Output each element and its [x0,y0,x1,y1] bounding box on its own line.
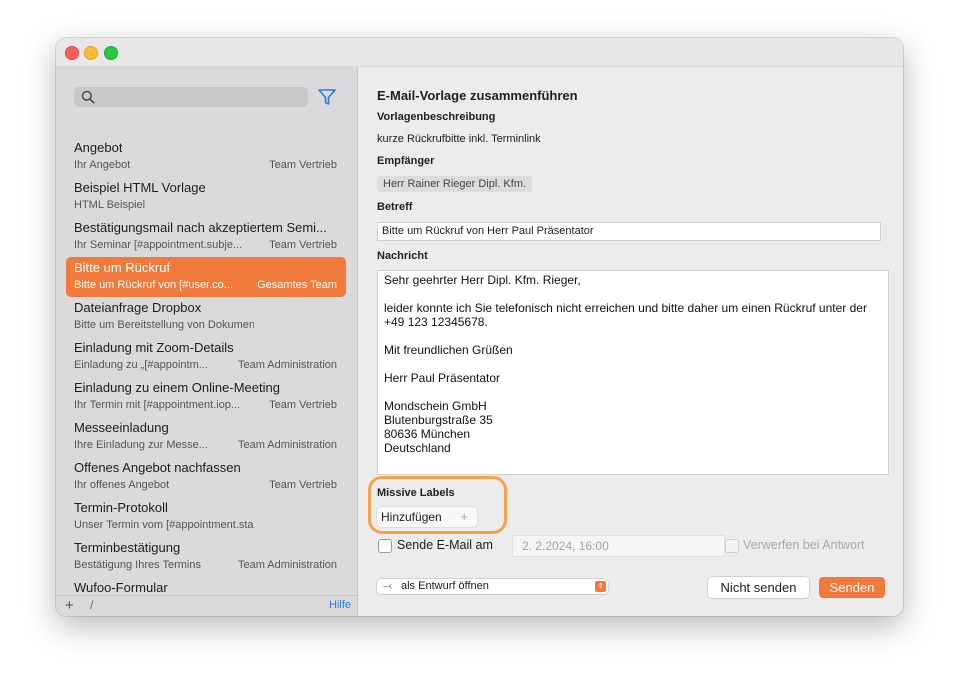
message-street: Blutenburgstraße 35 [384,413,493,427]
app-window: Angebot Ihr Angebot Team Vertrieb Beispi… [56,38,903,616]
template-list-item-selected[interactable]: Bitte um Rückruf Bitte um Rückruf von [#… [66,257,346,297]
zoom-window-button[interactable] [104,46,118,60]
edit-template-button[interactable]: / [90,598,93,612]
template-title: Bitte um Rückruf [74,260,171,275]
template-list: Angebot Ihr Angebot Team Vertrieb Beispi… [66,137,346,616]
recipient-chip[interactable]: Herr Rainer Rieger Dipl. Kfm. [377,176,533,192]
recipient-label: Empfänger [377,155,435,167]
discard-on-reply-checkbox[interactable] [725,539,739,553]
template-title: Angebot [74,140,123,155]
template-subtitle: Bitte um Bereitstellung von Dokumenten [74,319,254,331]
template-list-item[interactable]: Einladung zu einem Online-Meeting Ihr Te… [66,377,346,417]
help-link[interactable]: Hilfe [329,599,351,611]
template-title: Einladung zu einem Online-Meeting [74,380,280,395]
template-subtitle: Bitte um Rückruf von [#user.co... [74,279,233,291]
message-sender-name: Herr Paul Präsentator [384,371,501,385]
template-list-item[interactable]: Messeeinladung Ihre Einladung zur Messe.… [66,417,346,457]
template-team: Team Administration [237,559,337,571]
cancel-button[interactable]: Nicht senden [708,577,809,598]
message-city: 80636 München [384,427,471,441]
template-team: Team Vertrieb [269,479,337,491]
template-title: Termin-Protokoll [74,500,168,515]
chevron-updown-icon: ⇕ [595,581,606,592]
template-team: Team Administration [237,439,337,451]
subject-label: Betreff [377,201,413,213]
add-label-button[interactable]: Hinzufügen + [377,507,477,527]
template-list-item[interactable]: Dateianfrage Dropbox Bitte um Bereitstel… [66,297,346,337]
subject-input[interactable]: Bitte um Rückruf von Herr Paul Präsentat… [377,222,881,241]
minimize-window-button[interactable] [84,46,98,60]
action-popup[interactable]: ⤙ als Entwurf öffnen ⇕ [377,579,608,594]
page-title: E-Mail-Vorlage zusammenführen [377,88,578,103]
template-title: Messeeinladung [74,420,169,435]
add-template-button[interactable]: + [65,597,74,614]
template-list-item[interactable]: Bestätigungsmail nach akzeptiertem Semi.… [66,217,346,257]
title-bar [56,38,903,67]
action-popup-label: als Entwurf öffnen [401,580,489,592]
send-date-field[interactable]: 2. 2.2024, 16:00 [512,535,725,557]
template-list-item[interactable]: Einladung mit Zoom-Details Einladung zu … [66,337,346,377]
message-country: Deutschland [384,441,451,455]
template-list-item[interactable]: Termin-Protokoll Unser Termin vom [#appo… [66,497,346,537]
template-subtitle: Ihr Termin mit [#appointment.iop... [74,399,241,411]
template-subtitle: Ihre Einladung zur Messe... [74,439,208,451]
template-subtitle: Ihr Seminar [#appointment.subje... [74,239,243,251]
template-list-item[interactable]: Terminbestätigung Bestätigung Ihres Term… [66,537,346,577]
message-closing: Mit freundlichen Grüßen [384,343,513,357]
detail-panel: E-Mail-Vorlage zusammenführen Vorlagenbe… [358,67,903,616]
message-textarea[interactable]: Sehr geehrter Herr Dipl. Kfm. Rieger, le… [377,270,889,475]
description-label: Vorlagenbeschreibung [377,111,496,123]
search-icon [81,90,95,104]
search-input[interactable] [74,87,308,107]
message-body: leider konnte ich Sie telefonisch nicht … [384,301,867,329]
template-list-item[interactable]: Beispiel HTML Vorlage HTML Beispiel [66,177,346,217]
template-team: Team Vertrieb [269,239,337,251]
template-title: Offenes Angebot nachfassen [74,460,241,475]
close-window-button[interactable] [65,46,79,60]
template-subtitle: Unser Termin vom [#appointment.startDate… [74,519,254,531]
template-team: Gesamtes Team [257,279,337,291]
template-team: Team Vertrieb [269,159,337,171]
filter-icon[interactable] [317,88,337,106]
sidebar-toolbar: + / Hilfe [56,595,357,616]
sidebar: Angebot Ihr Angebot Team Vertrieb Beispi… [56,67,358,616]
template-list-item[interactable]: Offenes Angebot nachfassen Ihr offenes A… [66,457,346,497]
template-title: Terminbestätigung [74,540,181,555]
add-label-text: Hinzufügen [381,510,442,524]
template-title: Wufoo-Formular [74,580,168,595]
missive-labels-label: Missive Labels [377,487,455,499]
plus-icon: + [460,509,468,524]
send-button[interactable]: Senden [819,577,885,598]
template-title: Dateianfrage Dropbox [74,300,202,315]
template-title: Bestätigungsmail nach akzeptiertem Semi.… [74,220,327,235]
message-label: Nachricht [377,250,428,262]
send-at-label: Sende E-Mail am [397,538,493,552]
template-team: Team Vertrieb [269,399,337,411]
message-greeting: Sehr geehrter Herr Dipl. Kfm. Rieger, [384,273,581,287]
template-team: Team Administration [237,359,337,371]
template-subtitle: Ihr Angebot [74,159,131,171]
template-list-item[interactable]: Angebot Ihr Angebot Team Vertrieb [66,137,346,177]
template-subtitle: HTML Beispiel [74,199,146,211]
template-title: Einladung mit Zoom-Details [74,340,234,355]
discard-on-reply-label: Verwerfen bei Antwort [743,538,865,552]
message-company: Mondschein GmbH [384,399,487,413]
description-value: kurze Rückrufbitte inkl. Terminlink [377,133,541,145]
template-title: Beispiel HTML Vorlage [74,180,206,195]
template-subtitle: Einladung zu „[#appointm... [74,359,208,371]
template-subtitle: Bestätigung Ihres Termins [74,559,201,571]
template-subtitle: Ihr offenes Angebot [74,479,170,491]
merge-icon: ⤙ [383,580,392,592]
send-at-checkbox[interactable] [378,539,392,553]
